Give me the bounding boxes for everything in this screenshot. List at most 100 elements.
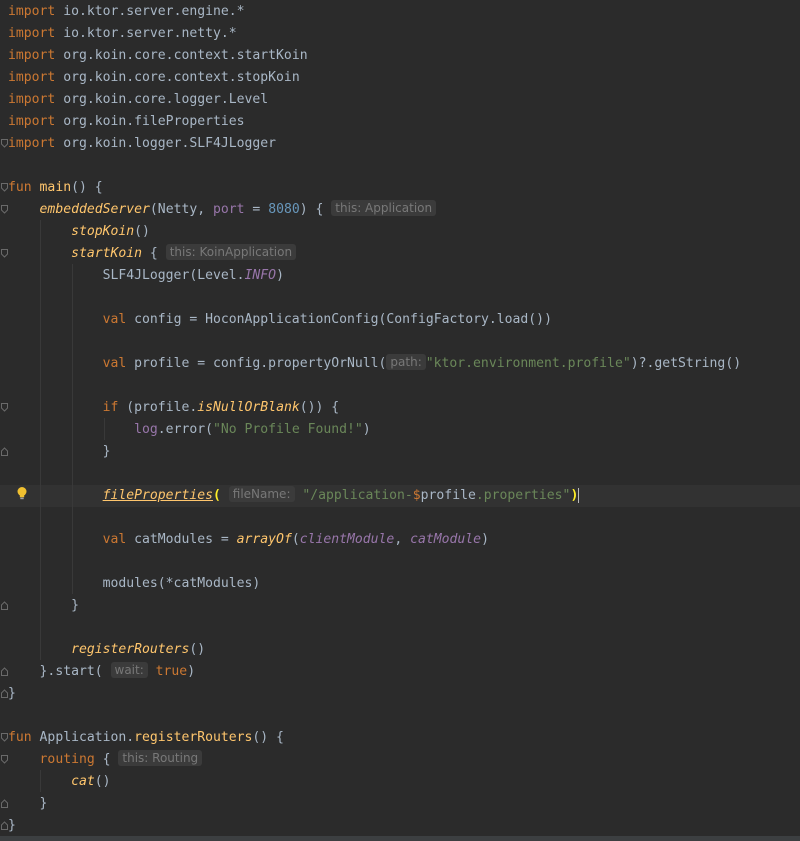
code-line[interactable]: modules(*catModules): [8, 573, 261, 595]
code-line[interactable]: }: [8, 595, 79, 617]
code-line[interactable]: import org.koin.core.context.stopKoin: [8, 67, 300, 89]
code-text: (): [94, 774, 111, 789]
number-literal: 8080: [268, 202, 300, 217]
code-text: }: [39, 796, 48, 811]
code-text: .error(: [157, 422, 213, 437]
function-name: registerRouters: [134, 730, 253, 745]
function-call: stopKoin: [71, 224, 135, 239]
fold-marker-icon[interactable]: [1, 447, 8, 456]
code-line[interactable]: import org.koin.core.context.startKoin: [8, 45, 308, 67]
import-path: io.ktor.server.netty.*: [63, 26, 237, 41]
fold-marker-icon[interactable]: [1, 733, 8, 742]
fold-marker-icon[interactable]: [1, 205, 8, 214]
code-text: ) {: [299, 202, 324, 217]
template-dollar: $: [412, 488, 421, 503]
code-text: () {: [71, 180, 103, 195]
keyword: fun: [8, 730, 32, 745]
code-line[interactable]: startKoin { this: KoinApplication: [8, 243, 297, 265]
function-call: startKoin: [71, 246, 143, 261]
inlay-hint: this: KoinApplication: [165, 244, 297, 260]
code-line[interactable]: import org.koin.fileProperties: [8, 111, 245, 133]
code-text: }: [8, 686, 16, 701]
code-line[interactable]: SLF4JLogger(Level.INFO): [8, 265, 284, 287]
code-text: ()) {: [299, 400, 340, 415]
import-path: org.koin.fileProperties: [63, 114, 245, 129]
code-line[interactable]: val config = HoconApplicationConfig(Conf…: [8, 309, 552, 331]
code-text: ): [362, 422, 371, 437]
property: catModule: [410, 532, 482, 547]
code-text: catModules =: [126, 532, 237, 547]
string-literal: "/application-: [302, 488, 413, 503]
code-text: (Netty,: [149, 202, 213, 217]
fold-marker-icon[interactable]: [1, 249, 8, 258]
code-line[interactable]: stopKoin(): [8, 221, 150, 243]
code-text: )?.getString(): [630, 356, 742, 371]
inlay-hint: wait:: [110, 662, 148, 678]
property: log: [134, 422, 158, 437]
keyword: import: [8, 70, 56, 85]
fold-marker-icon[interactable]: [1, 821, 8, 830]
function-call: arrayOf: [236, 532, 292, 547]
code-text: (): [134, 224, 150, 239]
code-line[interactable]: }: [8, 793, 48, 815]
import-path: org.koin.core.context.stopKoin: [63, 70, 300, 85]
keyword: val: [102, 532, 127, 547]
import-path: io.ktor.server.engine.*: [63, 4, 245, 19]
inlay-hint: fileName:: [228, 486, 295, 502]
fold-marker-icon[interactable]: [1, 403, 8, 412]
code-line-current[interactable]: fileProperties( fileName: "/application-…: [8, 485, 580, 507]
code-line[interactable]: import org.koin.logger.SLF4JLogger: [8, 133, 276, 155]
fold-marker-icon[interactable]: [1, 183, 8, 192]
function-call: routing: [39, 752, 95, 767]
code-text: (): [189, 642, 206, 657]
code-line[interactable]: fun Application.registerRouters() {: [8, 727, 284, 749]
keyword: true: [155, 664, 188, 679]
code-line[interactable]: val catModules = arrayOf(clientModule, c…: [8, 529, 489, 551]
code-text: {: [94, 752, 111, 767]
inlay-hint: this: Routing: [118, 750, 203, 766]
code-line[interactable]: val profile = config.propertyOrNull(path…: [8, 353, 741, 375]
fold-marker-icon[interactable]: [1, 139, 8, 148]
keyword: import: [8, 48, 56, 63]
code-text: }: [71, 598, 79, 613]
keyword: fun: [8, 180, 32, 195]
code-line[interactable]: }: [8, 441, 111, 463]
import-path: org.koin.core.context.startKoin: [63, 48, 308, 63]
function-call: embeddedServer: [39, 202, 150, 217]
string-literal: "ktor.environment.profile": [425, 356, 631, 371]
code-editor[interactable]: import io.ktor.server.engine.* import io…: [0, 0, 800, 841]
code-line[interactable]: registerRouters(): [8, 639, 205, 661]
code-line[interactable]: import io.ktor.server.netty.*: [8, 23, 237, 45]
fold-marker-icon[interactable]: [1, 689, 8, 698]
code-text: ): [276, 268, 284, 283]
fold-marker-icon[interactable]: [1, 601, 8, 610]
keyword: import: [8, 114, 56, 129]
code-line[interactable]: }: [8, 815, 16, 837]
horizontal-scrollbar[interactable]: [0, 836, 800, 841]
fold-marker-icon[interactable]: [1, 799, 8, 808]
code-line[interactable]: }.start( wait: true): [8, 661, 195, 683]
code-line[interactable]: routing { this: Routing: [8, 749, 203, 771]
import-path: org.koin.core.logger.Level: [63, 92, 269, 107]
code-line[interactable]: cat(): [8, 771, 111, 793]
code-line[interactable]: import io.ktor.server.engine.*: [8, 1, 245, 23]
code-line[interactable]: embeddedServer(Netty, port = 8080) { thi…: [8, 199, 437, 221]
function-call: isNullOrBlank: [197, 400, 300, 415]
template-variable: profile: [420, 488, 476, 503]
code-line[interactable]: fun main() {: [8, 177, 103, 199]
keyword: val: [102, 312, 127, 327]
code-line[interactable]: import org.koin.core.logger.Level: [8, 89, 268, 111]
code-text: }: [102, 444, 111, 459]
fold-marker-icon[interactable]: [1, 667, 8, 676]
code-text: ,: [394, 532, 411, 547]
function-call: registerRouters: [71, 642, 190, 657]
string-literal: "No Profile Found!": [212, 422, 363, 437]
code-line[interactable]: if (profile.isNullOrBlank()) {: [8, 397, 340, 419]
enum-constant: INFO: [244, 268, 277, 283]
code-line[interactable]: log.error("No Profile Found!"): [8, 419, 371, 441]
fold-marker-icon[interactable]: [1, 755, 8, 764]
code-text: }.start(: [39, 664, 103, 679]
keyword: import: [8, 4, 56, 19]
matched-paren: (: [212, 488, 221, 503]
code-line[interactable]: }: [8, 683, 16, 705]
